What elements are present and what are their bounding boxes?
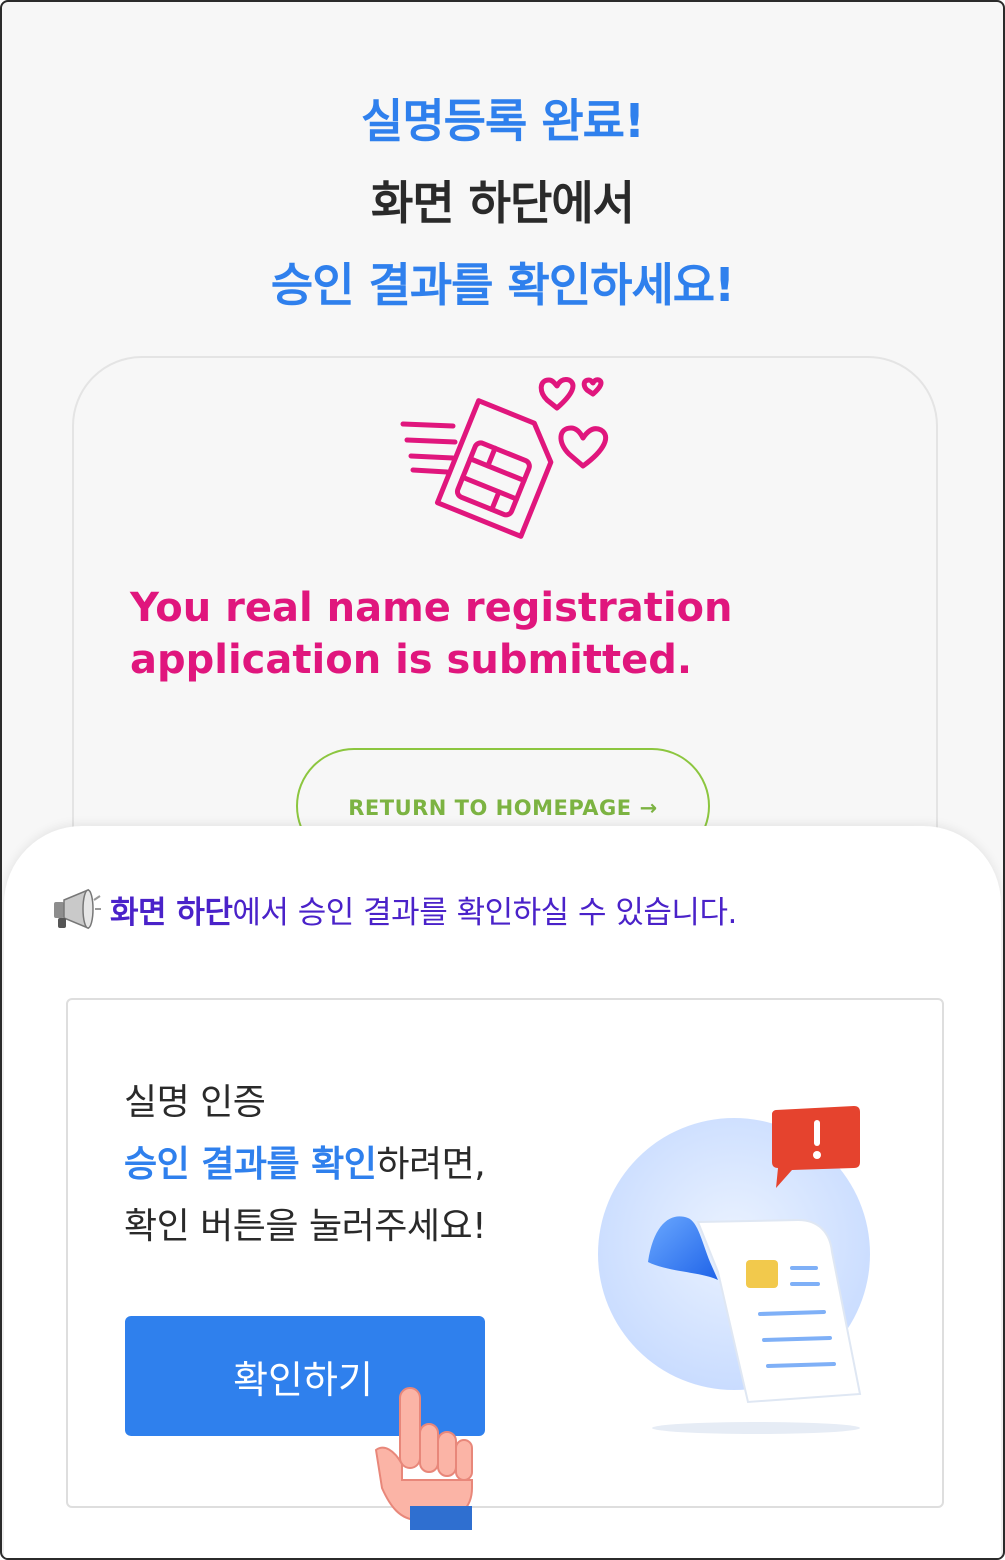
instruction-line-3: 확인 버튼을 눌러주세요! xyxy=(124,1206,487,1247)
submission-message-line-1: You real name registration xyxy=(130,585,733,631)
headline-line-1: 실명등록 완료! xyxy=(361,94,645,148)
instruction-line-2: 승인 결과를 확인하려면, xyxy=(124,1134,486,1196)
headline-line-2: 화면 하단에서 xyxy=(371,176,635,230)
instruction-highlight: 승인 결과를 확인 xyxy=(124,1144,377,1185)
instruction-line-2-rest: 하려면, xyxy=(376,1144,486,1185)
confirm-button-label: 확인하기 xyxy=(233,1357,373,1402)
submission-message: You real name registration application i… xyxy=(130,582,890,686)
notice-text: 에서 승인 결과를 확인하실 수 있습니다. xyxy=(232,894,737,931)
headline: 실명등록 완료! 화면 하단에서 승인 결과를 확인하세요! xyxy=(2,80,1003,326)
headline-line-3: 승인 결과를 확인하세요! xyxy=(270,258,735,312)
pointing-hand-icon xyxy=(374,1387,473,1530)
return-button-label: RETURN TO HOMEPAGE xyxy=(348,796,632,820)
sim-card-hearts-icon xyxy=(400,377,608,539)
arrow-right-icon: → xyxy=(639,796,658,820)
notice-emphasis: 화면 하단 xyxy=(110,894,233,931)
document-alert-illustration xyxy=(598,1106,870,1434)
megaphone-icon xyxy=(54,888,101,930)
submission-message-line-2: application is submitted. xyxy=(130,637,693,683)
instruction-text: 실명 인증 승인 결과를 확인하려면, 확인 버튼을 눌러주세요! xyxy=(124,1072,487,1258)
notice-banner: 화면 하단 에서 승인 결과를 확인하실 수 있습니다. xyxy=(50,886,737,932)
app-frame: 실명등록 완료! 화면 하단에서 승인 결과를 확인하세요! You real … xyxy=(0,0,1005,1560)
instruction-line-1: 실명 인증 xyxy=(124,1082,266,1123)
